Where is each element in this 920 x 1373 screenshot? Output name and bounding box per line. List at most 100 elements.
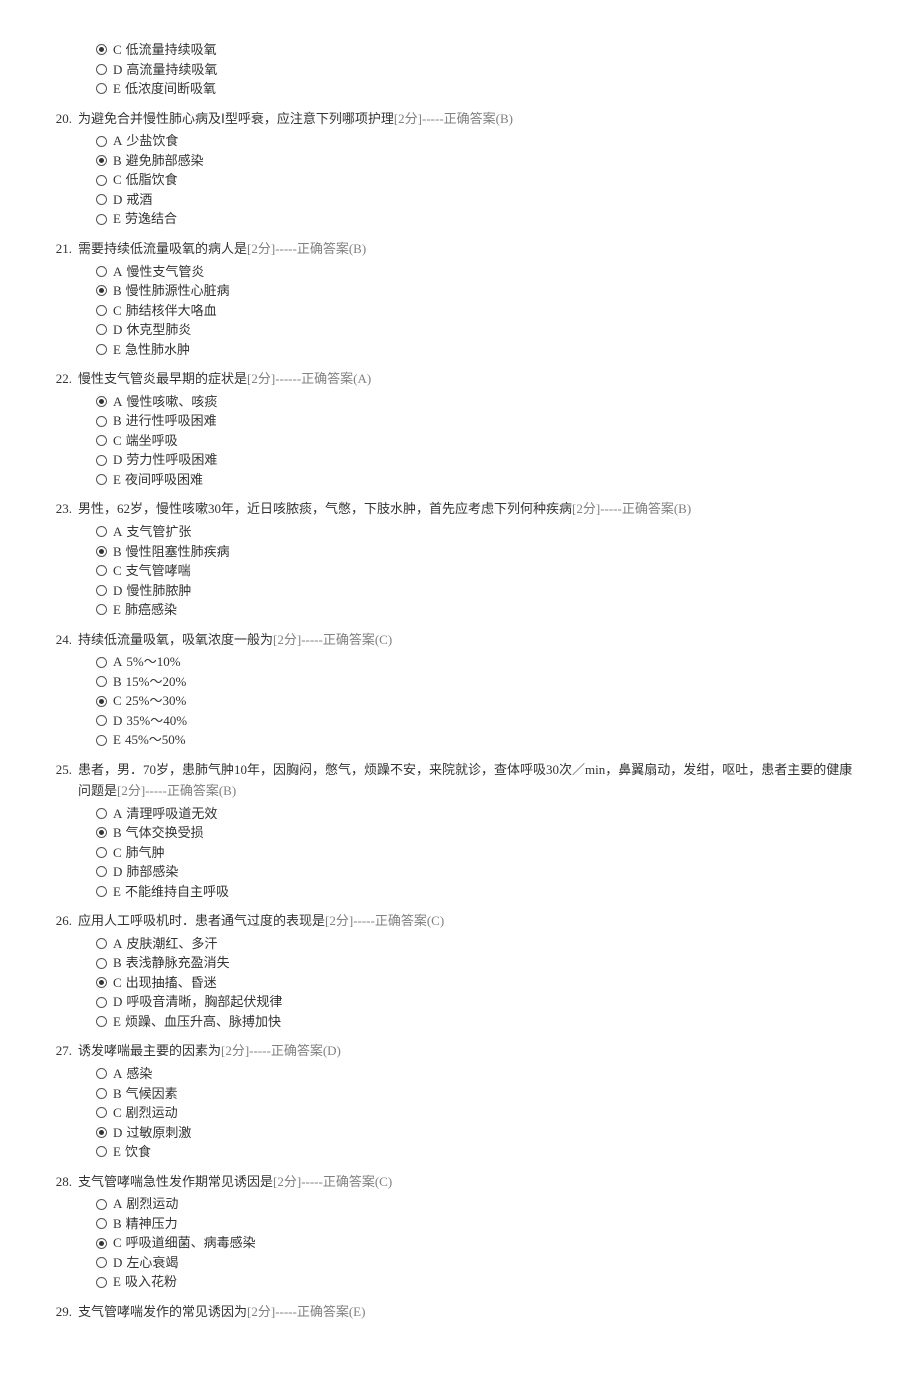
radio-unselected-icon[interactable] bbox=[96, 997, 107, 1008]
option-row[interactable]: D呼吸音清晰，胸部起伏规律 bbox=[96, 992, 860, 1012]
option-row[interactable]: A5%～10% bbox=[96, 652, 860, 672]
radio-unselected-icon[interactable] bbox=[96, 1016, 107, 1027]
option-row[interactable]: C低脂饮食 bbox=[96, 170, 860, 190]
option-row[interactable]: C呼吸道细菌、病毒感染 bbox=[96, 1233, 860, 1253]
option-row[interactable]: C剧烈运动 bbox=[96, 1103, 860, 1123]
option-row[interactable]: B进行性呼吸困难 bbox=[96, 411, 860, 431]
radio-unselected-icon[interactable] bbox=[96, 1068, 107, 1079]
radio-unselected-icon[interactable] bbox=[96, 194, 107, 205]
radio-unselected-icon[interactable] bbox=[96, 305, 107, 316]
option-row[interactable]: A清理呼吸道无效 bbox=[96, 804, 860, 824]
radio-selected-icon[interactable] bbox=[96, 977, 107, 988]
radio-selected-icon[interactable] bbox=[96, 827, 107, 838]
radio-unselected-icon[interactable] bbox=[96, 847, 107, 858]
radio-unselected-icon[interactable] bbox=[96, 474, 107, 485]
option-letter: E bbox=[113, 1142, 121, 1162]
option-row[interactable]: A感染 bbox=[96, 1064, 860, 1084]
option-row[interactable]: B精神压力 bbox=[96, 1214, 860, 1234]
option-row[interactable]: E劳逸结合 bbox=[96, 209, 860, 229]
option-row[interactable]: D左心衰竭 bbox=[96, 1253, 860, 1273]
option-text: 出现抽搐、昏迷 bbox=[126, 973, 217, 993]
option-row[interactable]: D35%～40% bbox=[96, 711, 860, 731]
radio-unselected-icon[interactable] bbox=[96, 455, 107, 466]
radio-unselected-icon[interactable] bbox=[96, 715, 107, 726]
option-row[interactable]: A慢性咳嗽、咳痰 bbox=[96, 392, 860, 412]
radio-unselected-icon[interactable] bbox=[96, 266, 107, 277]
radio-unselected-icon[interactable] bbox=[96, 1088, 107, 1099]
radio-selected-icon[interactable] bbox=[96, 155, 107, 166]
radio-unselected-icon[interactable] bbox=[96, 1277, 107, 1288]
option-row[interactable]: B慢性肺源性心脏病 bbox=[96, 281, 860, 301]
radio-unselected-icon[interactable] bbox=[96, 416, 107, 427]
option-row[interactable]: B慢性阻塞性肺疾病 bbox=[96, 542, 860, 562]
radio-selected-icon[interactable] bbox=[96, 546, 107, 557]
radio-unselected-icon[interactable] bbox=[96, 808, 107, 819]
option-row[interactable]: D戒酒 bbox=[96, 190, 860, 210]
radio-unselected-icon[interactable] bbox=[96, 866, 107, 877]
option-letter: A bbox=[113, 1194, 122, 1214]
radio-unselected-icon[interactable] bbox=[96, 657, 107, 668]
option-row[interactable]: A慢性支气管炎 bbox=[96, 262, 860, 282]
option-row[interactable]: B气候因素 bbox=[96, 1084, 860, 1104]
radio-unselected-icon[interactable] bbox=[96, 958, 107, 969]
option-row[interactable]: B表浅静脉充盈消失 bbox=[96, 953, 860, 973]
radio-unselected-icon[interactable] bbox=[96, 604, 107, 615]
radio-unselected-icon[interactable] bbox=[96, 1257, 107, 1268]
radio-selected-icon[interactable] bbox=[96, 44, 107, 55]
option-row[interactable]: B15%～20% bbox=[96, 672, 860, 692]
option-row[interactable]: A少盐饮食 bbox=[96, 131, 860, 151]
radio-unselected-icon[interactable] bbox=[96, 1218, 107, 1229]
radio-unselected-icon[interactable] bbox=[96, 136, 107, 147]
radio-unselected-icon[interactable] bbox=[96, 64, 107, 75]
radio-unselected-icon[interactable] bbox=[96, 175, 107, 186]
option-row[interactable]: E不能维持自主呼吸 bbox=[96, 882, 860, 902]
option-row[interactable]: C肺气肿 bbox=[96, 843, 860, 863]
option-row[interactable]: E45%～50% bbox=[96, 730, 860, 750]
option-row[interactable]: C出现抽搐、昏迷 bbox=[96, 973, 860, 993]
option-row[interactable]: C25%～30% bbox=[96, 691, 860, 711]
radio-unselected-icon[interactable] bbox=[96, 676, 107, 687]
radio-unselected-icon[interactable] bbox=[96, 1199, 107, 1210]
option-row[interactable]: E夜间呼吸困难 bbox=[96, 470, 860, 490]
option-row[interactable]: C低流量持续吸氧 bbox=[96, 40, 860, 60]
radio-unselected-icon[interactable] bbox=[96, 214, 107, 225]
option-row[interactable]: E急性肺水肿 bbox=[96, 340, 860, 360]
option-row[interactable]: E吸入花粉 bbox=[96, 1272, 860, 1292]
option-row[interactable]: E烦躁、血压升高、脉搏加快 bbox=[96, 1012, 860, 1032]
option-row[interactable]: C支气管哮喘 bbox=[96, 561, 860, 581]
radio-selected-icon[interactable] bbox=[96, 285, 107, 296]
radio-unselected-icon[interactable] bbox=[96, 565, 107, 576]
radio-selected-icon[interactable] bbox=[96, 396, 107, 407]
option-row[interactable]: C肺结核伴大咯血 bbox=[96, 301, 860, 321]
radio-selected-icon[interactable] bbox=[96, 1127, 107, 1138]
radio-unselected-icon[interactable] bbox=[96, 435, 107, 446]
option-row[interactable]: B避免肺部感染 bbox=[96, 151, 860, 171]
questions-container: 20.为避免合并慢性肺心病及Ⅰ型呼衰，应注意下列哪项护理[2分]-----正确答… bbox=[50, 109, 860, 1323]
radio-unselected-icon[interactable] bbox=[96, 1107, 107, 1118]
option-row[interactable]: D高流量持续吸氧 bbox=[96, 60, 860, 80]
option-row[interactable]: B气体交换受损 bbox=[96, 823, 860, 843]
option-row[interactable]: D休克型肺炎 bbox=[96, 320, 860, 340]
radio-selected-icon[interactable] bbox=[96, 1238, 107, 1249]
radio-unselected-icon[interactable] bbox=[96, 938, 107, 949]
option-row[interactable]: C端坐呼吸 bbox=[96, 431, 860, 451]
radio-unselected-icon[interactable] bbox=[96, 344, 107, 355]
radio-unselected-icon[interactable] bbox=[96, 735, 107, 746]
radio-unselected-icon[interactable] bbox=[96, 324, 107, 335]
option-row[interactable]: D劳力性呼吸困难 bbox=[96, 450, 860, 470]
option-row[interactable]: A支气管扩张 bbox=[96, 522, 860, 542]
radio-selected-icon[interactable] bbox=[96, 696, 107, 707]
option-row[interactable]: D肺部感染 bbox=[96, 862, 860, 882]
radio-unselected-icon[interactable] bbox=[96, 526, 107, 537]
radio-unselected-icon[interactable] bbox=[96, 886, 107, 897]
option-row[interactable]: A剧烈运动 bbox=[96, 1194, 860, 1214]
radio-unselected-icon[interactable] bbox=[96, 1146, 107, 1157]
radio-unselected-icon[interactable] bbox=[96, 585, 107, 596]
option-row[interactable]: E低浓度间断吸氧 bbox=[96, 79, 860, 99]
option-row[interactable]: E肺癌感染 bbox=[96, 600, 860, 620]
radio-unselected-icon[interactable] bbox=[96, 83, 107, 94]
option-row[interactable]: A皮肤潮红、多汗 bbox=[96, 934, 860, 954]
option-row[interactable]: D慢性肺脓肿 bbox=[96, 581, 860, 601]
option-row[interactable]: E饮食 bbox=[96, 1142, 860, 1162]
option-row[interactable]: D过敏原刺激 bbox=[96, 1123, 860, 1143]
